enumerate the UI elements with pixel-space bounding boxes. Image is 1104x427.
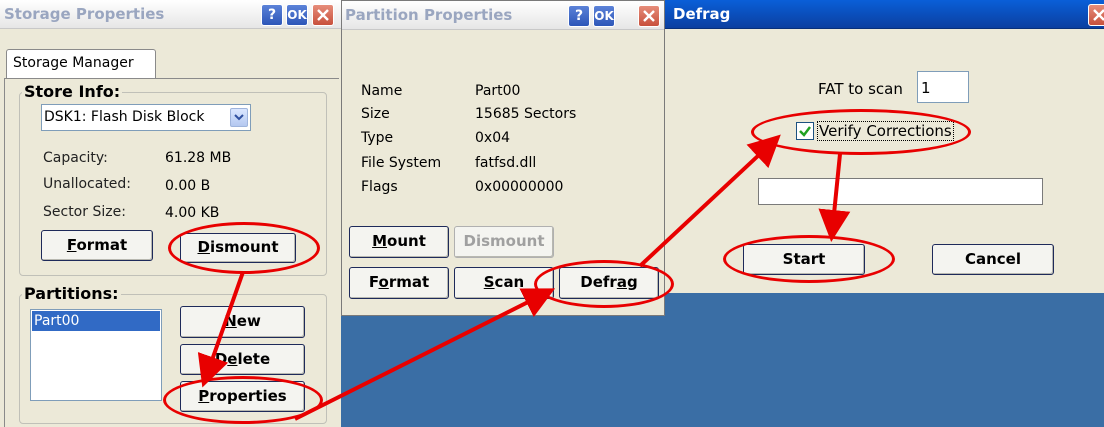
tab-storage-manager[interactable]: Storage Manager (6, 49, 156, 79)
scan-button-label: Scan (483, 273, 525, 291)
format-button-label: Format (66, 236, 128, 254)
close-icon (317, 9, 329, 21)
dismount-button-label: Dismount (463, 232, 545, 250)
delete-button-label: Delete (214, 350, 271, 368)
flags-label: Flags (361, 179, 398, 195)
delete-button[interactable]: Delete (180, 344, 305, 375)
capacity-value: 61.28 MB (165, 150, 232, 166)
new-button[interactable]: New (180, 306, 305, 338)
dismount-button[interactable]: Dismount (180, 233, 296, 263)
partition-titlebar[interactable]: Partition Properties ? OK (342, 1, 664, 30)
defrag-titlebar[interactable]: Defrag (665, 0, 1104, 29)
ok-button[interactable]: OK (286, 4, 308, 26)
mount-button[interactable]: Mount (349, 226, 449, 258)
list-item[interactable]: Part00 (32, 311, 160, 331)
chevron-down-icon (234, 114, 244, 121)
properties-button-label: Properties (198, 387, 287, 405)
type-value: 0x04 (475, 130, 511, 146)
partitions-heading: Partitions: (22, 284, 121, 303)
partition-properties-window: Partition Properties ? OK Name Part00 Si… (341, 0, 665, 316)
close-button[interactable] (638, 5, 660, 27)
size-label: Size (361, 106, 390, 122)
type-label: Type (361, 130, 394, 146)
sector-size-label: Sector Size: (43, 204, 126, 220)
cancel-button-label: Cancel (964, 250, 1021, 268)
scan-button[interactable]: Scan (454, 267, 554, 299)
desktop-background (341, 316, 1104, 427)
dismount-button: Dismount (454, 226, 554, 258)
dismount-button-label: Dismount (197, 238, 279, 256)
storage-properties-window: Storage Properties ? OK Storage Manager … (0, 0, 341, 427)
verify-corrections-label[interactable]: Verify Corrections (817, 121, 954, 141)
tab-label: Storage Manager (13, 55, 134, 71)
new-button-label: New (224, 312, 261, 330)
defrag-window: Defrag FAT to scan 1 Verify Corrections … (665, 0, 1104, 293)
partitions-list[interactable]: Part00 (30, 309, 162, 401)
flags-value: 0x00000000 (475, 179, 564, 195)
store-info-heading: Store Info: (22, 82, 123, 101)
fat-to-scan-input[interactable]: 1 (917, 71, 969, 103)
format-button-label: Format (368, 273, 430, 291)
close-icon (1093, 9, 1104, 21)
cancel-button[interactable]: Cancel (932, 244, 1054, 275)
unallocated-value: 0.00 B (165, 178, 211, 194)
sector-size-value: 4.00 KB (165, 205, 220, 221)
desktop-background (665, 293, 1104, 316)
defrag-button[interactable]: Defrag (559, 267, 659, 299)
close-button[interactable] (1088, 4, 1104, 26)
mount-button-label: Mount (372, 232, 426, 250)
fat-to-scan-value: 1 (921, 79, 931, 97)
storage-titlebar[interactable]: Storage Properties ? OK (0, 0, 341, 29)
close-button[interactable] (312, 4, 334, 26)
verify-corrections-checkbox[interactable] (796, 122, 814, 140)
help-button[interactable]: ? (568, 5, 590, 27)
properties-button[interactable]: Properties (180, 381, 305, 412)
dropdown-button[interactable] (230, 108, 248, 127)
close-icon (643, 10, 655, 22)
disk-select-value: DSK1: Flash Disk Block (44, 109, 205, 125)
file-system-value: fatfsd.dll (475, 155, 537, 171)
size-value: 15685 Sectors (475, 106, 577, 122)
format-button[interactable]: Format (349, 267, 449, 299)
ok-button[interactable]: OK (593, 5, 615, 27)
check-icon (799, 126, 811, 137)
fat-to-scan-label: FAT to scan (818, 80, 903, 98)
unallocated-label: Unallocated: (43, 176, 132, 192)
start-button[interactable]: Start (743, 244, 865, 275)
capacity-label: Capacity: (43, 150, 108, 166)
help-button[interactable]: ? (261, 4, 283, 26)
name-value: Part00 (475, 83, 521, 99)
name-label: Name (361, 83, 403, 99)
storage-title: Storage Properties (4, 5, 165, 23)
start-button-label: Start (782, 250, 826, 268)
file-system-label: File System (361, 155, 442, 171)
defrag-button-label: Defrag (580, 273, 638, 291)
partition-title: Partition Properties (345, 6, 513, 24)
disk-select[interactable]: DSK1: Flash Disk Block (41, 104, 251, 131)
format-button[interactable]: Format (41, 230, 153, 261)
defrag-title: Defrag (673, 5, 731, 23)
partition-name: Part00 (34, 313, 80, 329)
progress-bar (758, 178, 1043, 205)
